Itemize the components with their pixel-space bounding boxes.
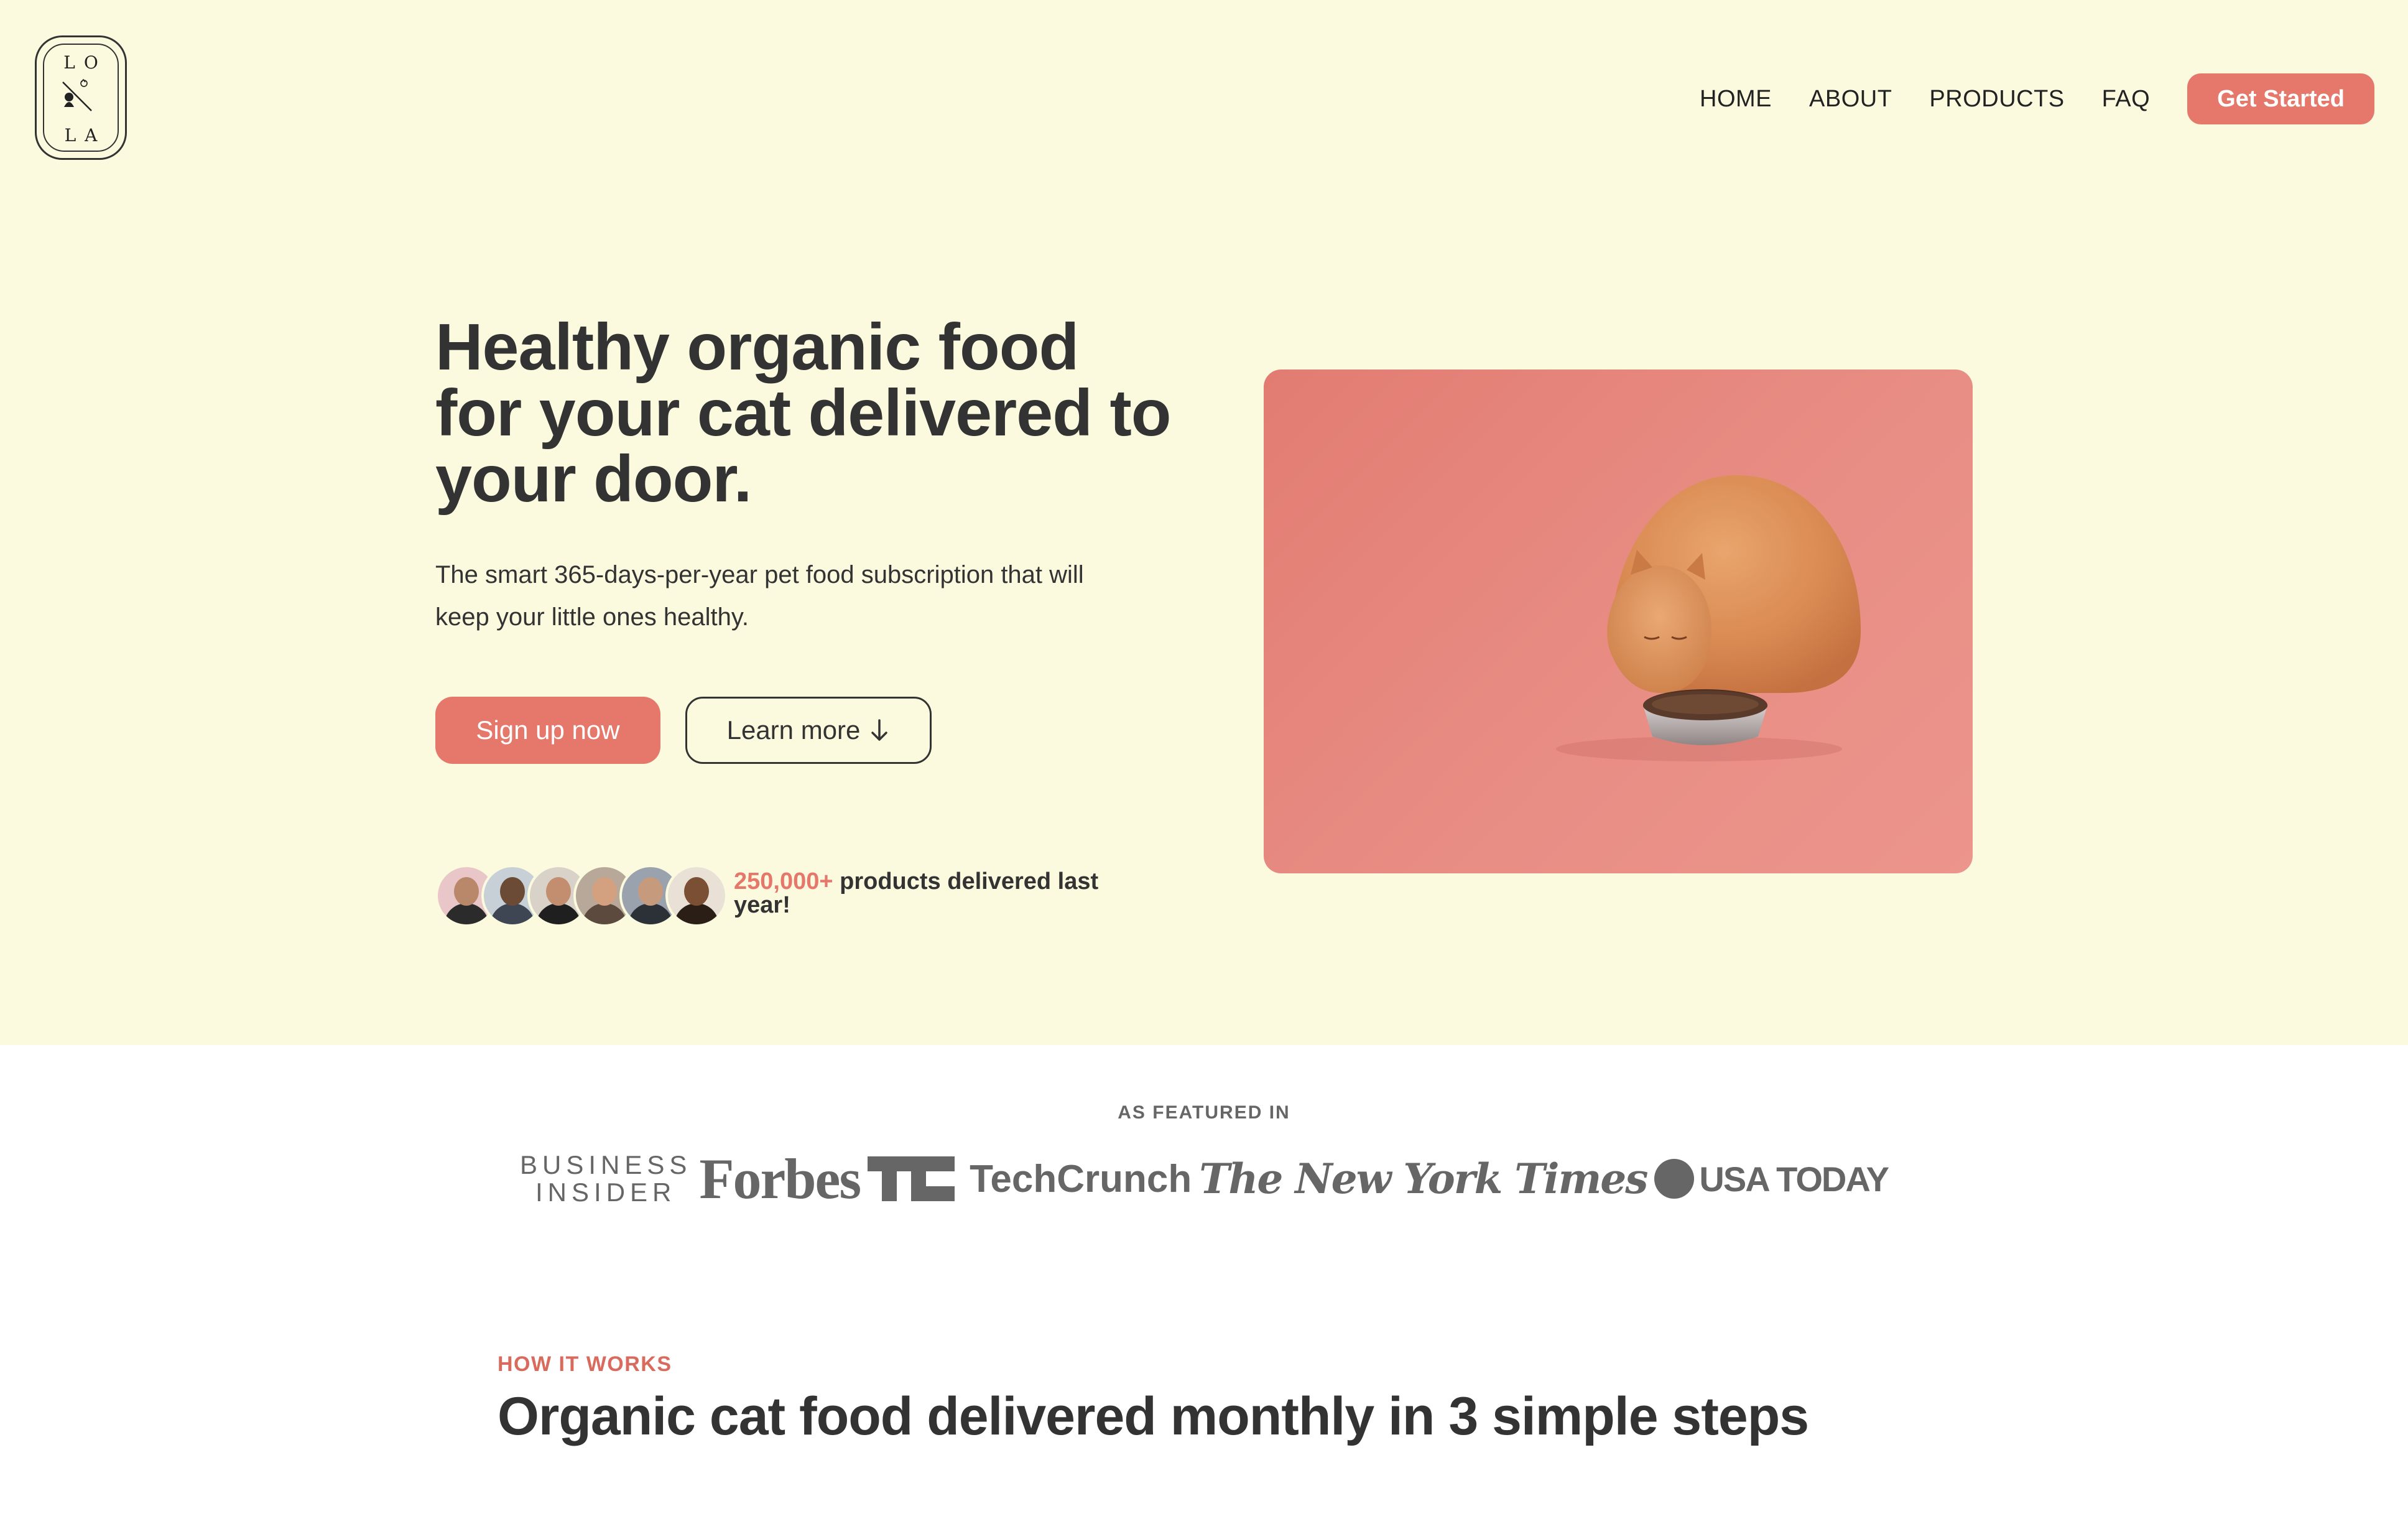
brand-logo[interactable]: LO LA: [35, 35, 127, 160]
techcrunch-mark-icon: [868, 1156, 955, 1201]
learn-more-button-label: Learn more: [726, 715, 861, 745]
nav-faq-link[interactable]: FAQ: [2102, 86, 2151, 113]
logo-bottom-letters: LA: [64, 125, 106, 146]
press-logos: BUSINESS INSIDER Forbes TechCrunch The N…: [520, 1145, 1889, 1213]
avatar-body: [628, 903, 673, 924]
hero-headline: Healthy organic food for your cat delive…: [435, 310, 1172, 516]
arrow-down-icon: [871, 719, 888, 741]
sign-up-button-label: Sign up now: [476, 715, 620, 745]
avatar: [665, 865, 728, 927]
avatar-face: [684, 877, 709, 906]
learn-more-button[interactable]: Learn more: [685, 697, 932, 764]
business-insider-logo: BUSINESS INSIDER: [520, 1151, 692, 1206]
avatar-body: [674, 903, 719, 924]
usa-today-dot-icon: [1654, 1159, 1695, 1199]
avatar-body: [536, 903, 581, 924]
forbes-logo: Forbes: [699, 1147, 861, 1211]
nav-home-link[interactable]: HOME: [1700, 86, 1772, 113]
landing-page: LO LA HOME ABOUT PRODUCTS FAQ Get Starte…: [0, 0, 2408, 1529]
avatar-face: [546, 877, 571, 906]
delivered-count: 250,000+: [734, 868, 833, 895]
nyt-logo: The New York Times: [1199, 1155, 1648, 1203]
avatar-face: [500, 877, 525, 906]
sign-up-button[interactable]: Sign up now: [435, 697, 660, 764]
hero-section: LO LA HOME ABOUT PRODUCTS FAQ Get Starte…: [0, 0, 2408, 1045]
cat-silhouette-icon: [62, 78, 92, 111]
avatar-face: [638, 877, 663, 906]
techcrunch-wordmark: TechCrunch: [970, 1157, 1192, 1201]
featured-label: AS FEATURED IN: [1118, 1102, 1290, 1123]
business-insider-line1: BUSINESS: [520, 1150, 692, 1179]
how-it-works-eyebrow: HOW IT WORKS: [498, 1352, 672, 1376]
avatar-body: [582, 903, 627, 924]
nav-about-link[interactable]: ABOUT: [1809, 86, 1892, 113]
avatar-face: [592, 877, 617, 906]
nav-products-link[interactable]: PRODUCTS: [1929, 86, 2064, 113]
business-insider-line2: INSIDER: [535, 1178, 677, 1207]
get-started-button[interactable]: Get Started: [2187, 73, 2374, 124]
usa-today-logo: USA TODAY: [1654, 1159, 1889, 1199]
delivered-stat: 250,000+ products delivered last year!: [734, 870, 1132, 917]
usa-today-wordmark: USA TODAY: [1699, 1159, 1889, 1199]
logo-top-letters: LO: [63, 52, 107, 73]
avatar-body: [490, 903, 535, 924]
hero-subtext: The smart 365-days-per-year pet food sub…: [435, 561, 1084, 631]
customer-avatars: [435, 865, 728, 927]
how-it-works-title: Organic cat food delivered monthly in 3 …: [498, 1387, 1809, 1446]
avatar-face: [454, 877, 479, 906]
avatar-body: [444, 903, 489, 924]
techcrunch-logo: TechCrunch: [868, 1156, 1192, 1201]
cat-illustration: [1556, 475, 1861, 761]
main-nav: HOME ABOUT PRODUCTS FAQ Get Started: [1700, 73, 2374, 124]
cat-eating-photo: [1264, 369, 1973, 873]
